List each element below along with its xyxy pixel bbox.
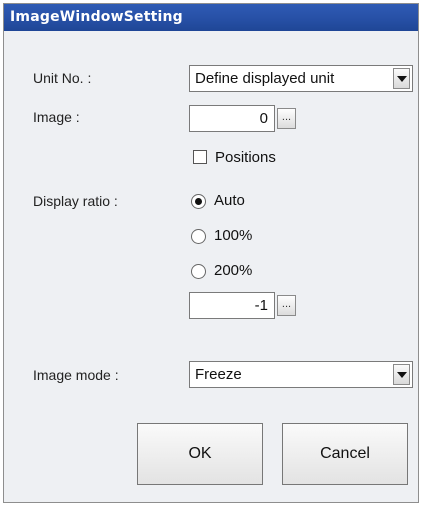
radio-100-percent[interactable] [191,229,206,244]
unit-no-dropdown[interactable]: Define displayed unit [189,65,413,92]
radio-200-percent[interactable] [191,264,206,279]
chevron-down-icon[interactable] [393,68,410,89]
dialog-title: ImageWindowSetting [4,4,418,31]
image-mode-selected-value: Freeze [195,366,242,383]
positions-checkbox[interactable] [193,150,207,164]
image-mode-dropdown[interactable]: Freeze [189,361,413,388]
image-mode-label: Image mode : [33,367,119,383]
display-ratio-label: Display ratio : [33,193,118,209]
display-ratio-value-field[interactable]: -1 [189,292,275,319]
unit-no-label: Unit No. : [33,70,92,86]
image-window-setting-dialog: ImageWindowSetting Unit No. : Define dis… [3,3,419,503]
image-browse-button[interactable]: ... [277,108,296,129]
ok-button[interactable]: OK [137,423,263,485]
image-label: Image : [33,109,80,125]
chevron-down-icon[interactable] [393,364,410,385]
display-ratio-browse-button[interactable]: ... [277,295,296,316]
radio-auto[interactable] [191,194,206,209]
unit-no-selected-value: Define displayed unit [195,70,335,87]
image-number-field[interactable]: 0 [189,105,275,132]
radio-auto-label: Auto [214,192,245,209]
radio-200-percent-label: 200% [214,262,253,279]
positions-label: Positions [215,149,276,166]
cancel-button[interactable]: Cancel [282,423,408,485]
radio-100-percent-label: 100% [214,227,253,244]
